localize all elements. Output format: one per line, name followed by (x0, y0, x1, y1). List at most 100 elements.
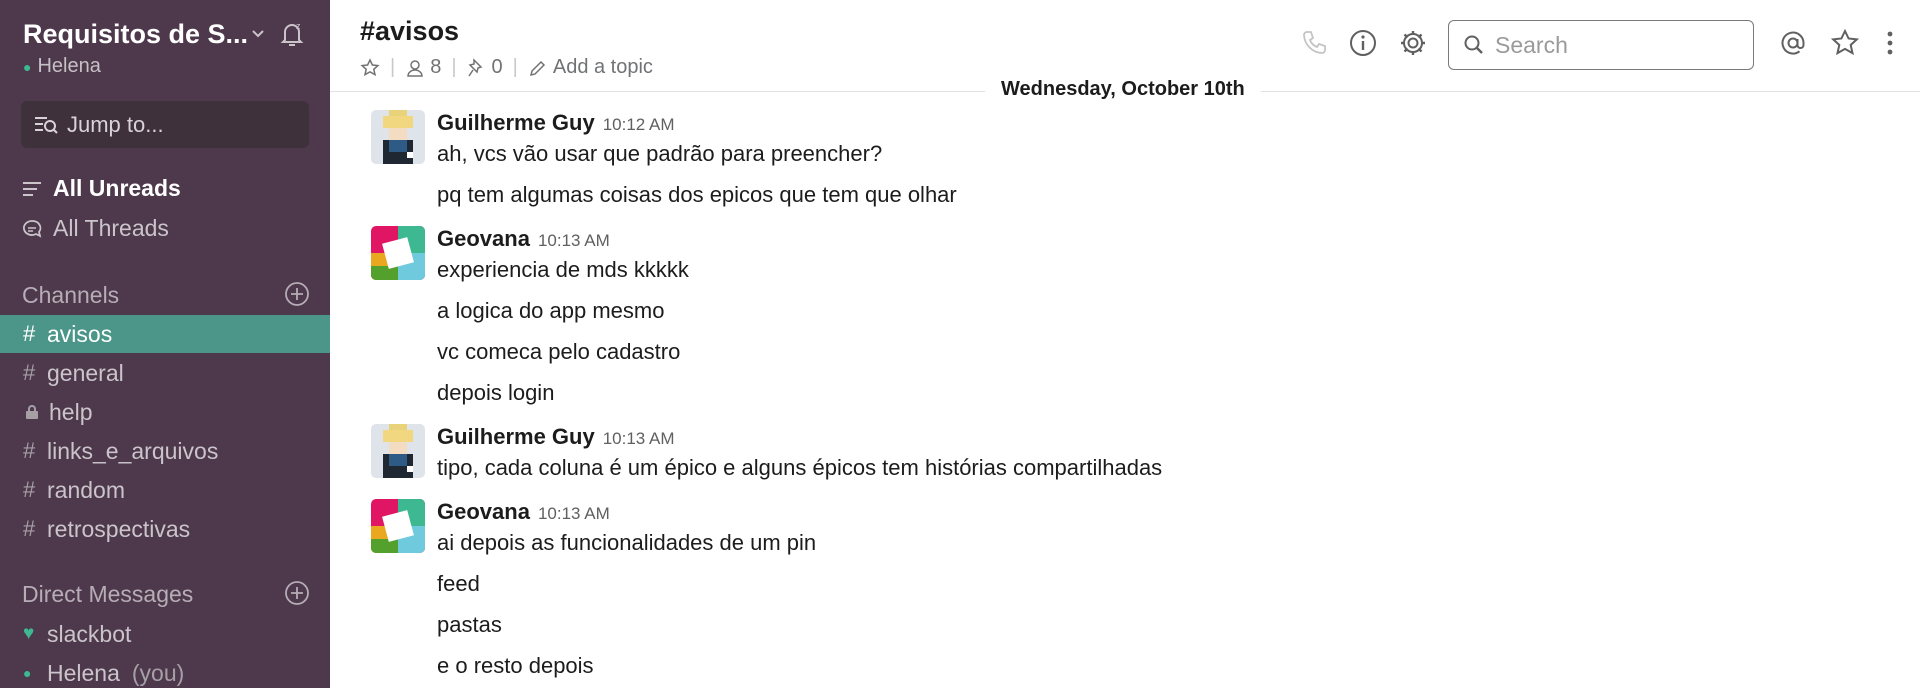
workspace-name[interactable]: Requisitos de S... (23, 19, 248, 50)
divider: | (512, 56, 518, 78)
message-list: Guilherme Guy 10:12 AM ah, vcs vão usar … (330, 93, 1920, 688)
workspace-switcher[interactable]: Requisitos de S... z (23, 16, 313, 52)
lock-icon (26, 405, 38, 419)
jump-search-icon (35, 116, 58, 134)
channel-label: help (49, 398, 93, 425)
channels-header[interactable]: Channels (22, 282, 119, 309)
pin-count[interactable]: 0 (492, 56, 503, 79)
slack-avatar-icon (371, 499, 425, 553)
timestamp[interactable]: 10:13 AM (603, 429, 675, 449)
more-icon[interactable] (1882, 28, 1898, 58)
message-text: pq tem algumas coisas dos epicos que tem… (437, 182, 957, 207)
threads-icon (23, 219, 42, 238)
gear-icon[interactable] (1398, 28, 1428, 58)
message-header: Guilherme Guy 10:13 AM (437, 424, 675, 450)
phone-icon[interactable] (1299, 28, 1329, 58)
channel-title[interactable]: #avisos (360, 16, 459, 47)
message-text: experiencia de mds kkkkk (437, 257, 689, 282)
current-user[interactable]: ● Helena (23, 55, 101, 78)
author-name[interactable]: Guilherme Guy (437, 424, 595, 450)
message-text: feed (437, 571, 480, 596)
jump-to-label: Jump to... (67, 111, 164, 137)
timestamp[interactable]: 10:13 AM (538, 504, 610, 524)
author-name[interactable]: Geovana (437, 499, 530, 525)
current-user-name: Helena (37, 55, 101, 77)
chevron-down-icon[interactable] (248, 24, 268, 44)
presence-icon: ● (23, 665, 32, 681)
sidebar: Requisitos de S... z ● Helena Jump to...… (0, 0, 330, 688)
message-text: vc comeca pelo cadastro (437, 339, 681, 364)
hash-icon: # (23, 516, 36, 541)
pin-icon[interactable] (467, 57, 487, 78)
nav-all-unreads[interactable]: All Unreads (21, 175, 181, 202)
channel-help[interactable]: help (0, 393, 330, 431)
message-text: tipo, cada coluna é um épico e alguns ép… (437, 455, 1163, 480)
channel-meta: | 8 | 0 | Add a topic (360, 56, 653, 79)
dm-label: slackbot (47, 620, 132, 647)
avatar[interactable] (371, 226, 425, 280)
hash-icon: # (23, 321, 36, 346)
message-header: Guilherme Guy 10:12 AM (437, 110, 675, 136)
hash-icon: # (23, 477, 36, 502)
message-text: ai depois as funcionalidades de um pin (437, 530, 817, 555)
pencil-icon[interactable] (528, 58, 548, 78)
divider: | (390, 56, 396, 78)
author-name[interactable]: Geovana (437, 226, 530, 252)
divider: | (451, 56, 457, 78)
timestamp[interactable]: 10:13 AM (538, 231, 610, 251)
bell-snooze-icon[interactable]: z (276, 18, 308, 50)
nav-all-threads[interactable]: All Threads (21, 215, 169, 242)
dm-helena[interactable]: ● Helena (you) (0, 654, 330, 688)
search-box[interactable] (1448, 20, 1754, 70)
dm-you-suffix: (you) (131, 659, 185, 686)
message-header: Geovana 10:13 AM (437, 499, 610, 525)
all-threads-label: All Threads (53, 215, 169, 241)
timestamp[interactable]: 10:12 AM (603, 115, 675, 135)
channel-general[interactable]: # general (0, 354, 330, 392)
author-name[interactable]: Guilherme Guy (437, 110, 595, 136)
channel-retrospectivas[interactable]: # retrospectivas (0, 510, 330, 548)
date-divider-line (1265, 91, 1920, 92)
hash-icon: # (23, 438, 36, 463)
pixel-avatar-icon (371, 424, 425, 478)
search-icon (1464, 35, 1483, 54)
message-text: e o resto depois (437, 653, 594, 678)
add-dm-icon[interactable] (284, 580, 310, 606)
hash-icon: # (23, 360, 36, 385)
message-text: depois login (437, 380, 555, 405)
search-input[interactable] (1495, 31, 1735, 59)
mentions-icon[interactable] (1778, 28, 1808, 58)
jump-to-button[interactable]: Jump to... (21, 101, 309, 148)
slack-avatar-icon (371, 226, 425, 280)
message-text: a logica do app mesmo (437, 298, 665, 323)
pixel-avatar-icon (371, 110, 425, 164)
heart-icon: ♥ (23, 623, 35, 644)
list-icon (23, 181, 41, 196)
member-count[interactable]: 8 (430, 56, 441, 79)
starred-icon[interactable] (1830, 28, 1860, 58)
dm-slackbot[interactable]: ♥ slackbot (0, 615, 330, 653)
presence-icon: ● (23, 58, 32, 75)
avatar[interactable] (371, 424, 425, 478)
avatar[interactable] (371, 499, 425, 553)
avatar[interactable] (371, 110, 425, 164)
channel-random[interactable]: # random (0, 471, 330, 509)
channel-label: links_e_arquivos (47, 437, 219, 464)
info-icon[interactable] (1348, 28, 1378, 58)
add-channel-icon[interactable] (284, 281, 310, 307)
direct-messages-header[interactable]: Direct Messages (22, 581, 193, 608)
channel-label: retrospectivas (47, 515, 191, 542)
dm-label: Helena (47, 659, 120, 686)
message-text: ah, vcs vão usar que padrão para preench… (437, 141, 883, 166)
message-header: Geovana 10:13 AM (437, 226, 610, 252)
svg-text:z: z (296, 21, 301, 31)
message-text: pastas (437, 612, 502, 637)
channel-label: avisos (47, 320, 113, 347)
channel-avisos[interactable]: # avisos (0, 315, 330, 353)
channel-links-e-arquivos[interactable]: # links_e_arquivos (0, 432, 330, 470)
star-icon[interactable] (360, 57, 380, 78)
add-topic-link[interactable]: Add a topic (553, 56, 653, 79)
all-unreads-label: All Unreads (53, 175, 181, 201)
member-icon[interactable] (405, 58, 425, 78)
channel-label: general (47, 359, 124, 386)
